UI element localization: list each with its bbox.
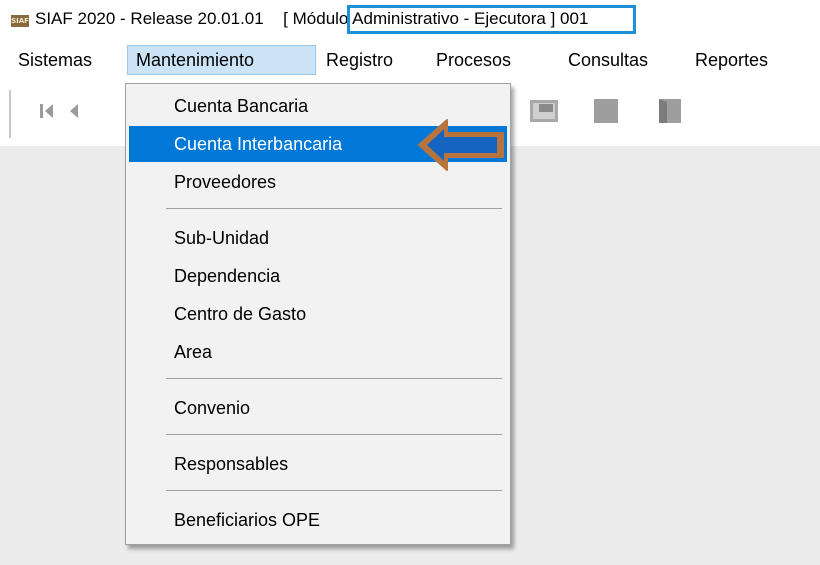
title-bar: SIAF SIAF 2020 - Release 20.01.01 [ Módu… (0, 0, 820, 38)
menu-consultas[interactable]: Consultas (560, 45, 656, 75)
menu-item-responsables[interactable]: Responsables (129, 446, 507, 482)
menu-separator (166, 208, 502, 209)
app-icon: SIAF (11, 15, 29, 27)
menu-mantenimiento[interactable]: Mantenimiento (127, 45, 316, 75)
annotation-arrow-icon (415, 115, 507, 175)
menu-separator (166, 434, 502, 435)
menu-separator (166, 490, 502, 491)
title-prefix: SIAF 2020 - Release 20.01.01 (35, 9, 264, 28)
toolbar-separator (9, 90, 11, 138)
menu-procesos[interactable]: Procesos (428, 45, 519, 75)
previous-record-icon[interactable] (64, 98, 90, 124)
square-icon[interactable] (590, 98, 624, 124)
menu-item-centro-de-gasto[interactable]: Centro de Gasto (129, 296, 507, 332)
grid-icon[interactable] (527, 98, 563, 124)
menu-item-sub-unidad[interactable]: Sub-Unidad (129, 220, 507, 256)
menu-item-convenio[interactable]: Convenio (129, 390, 507, 426)
menu-item-beneficiarios-ope[interactable]: Beneficiarios OPE (129, 502, 507, 538)
title-highlight-box (347, 5, 636, 34)
menu-separator (166, 378, 502, 379)
menu-item-area[interactable]: Area (129, 334, 507, 370)
menu-registro[interactable]: Registro (318, 45, 401, 75)
door-icon[interactable] (653, 98, 687, 124)
first-record-icon[interactable] (36, 98, 62, 124)
menu-bar: Sistemas Mantenimiento Registro Procesos… (0, 40, 820, 80)
menu-sistemas[interactable]: Sistemas (10, 45, 100, 75)
menu-reportes[interactable]: Reportes (687, 45, 776, 75)
menu-item-dependencia[interactable]: Dependencia (129, 258, 507, 294)
